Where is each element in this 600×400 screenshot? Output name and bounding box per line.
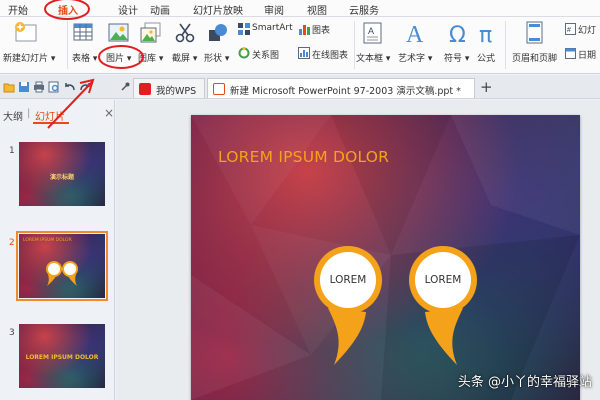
wordart-icon: A	[406, 22, 424, 46]
slide-number: 3	[9, 328, 15, 338]
svg-text:A: A	[406, 22, 424, 46]
table-icon	[73, 23, 93, 41]
open-folder-icon[interactable]	[3, 81, 15, 93]
active-tab-underline	[33, 122, 69, 124]
tab-cloud-service[interactable]: 云服务	[349, 2, 379, 17]
svg-text:#: #	[567, 27, 571, 34]
chart-label: 图表	[312, 26, 331, 36]
tab-review[interactable]: 审阅	[264, 2, 284, 17]
undo-icon[interactable]	[64, 81, 76, 93]
wps-logo-icon	[139, 83, 151, 95]
relation-diagram-icon	[238, 47, 250, 59]
picture-icon	[108, 23, 129, 42]
slide-number-label: 幻灯	[578, 26, 597, 36]
redo-icon[interactable]	[79, 81, 91, 93]
tab-my-wps-label: 我的WPS	[156, 86, 197, 97]
symbol-label: 符号 ▾	[444, 54, 470, 64]
tab-animation[interactable]: 动画	[150, 2, 170, 17]
relation-diagram-label: 关系图	[252, 51, 280, 61]
thumbnail-title: 演示标题	[49, 174, 74, 181]
tab-presentation-document[interactable]: 新建 Microsoft PowerPoint 97-2003 演示文稿.ppt…	[207, 78, 475, 98]
pin-label-left[interactable]: LOREM	[318, 274, 378, 286]
slide-thumbnail-1[interactable]: 演示标题	[19, 142, 105, 206]
date-label: 日期	[578, 51, 597, 61]
thumbnail-pins-graphic	[46, 261, 78, 286]
tab-outline[interactable]: 大纲	[3, 108, 23, 123]
slide-editor-canvas: LOREM IPSUM DOLOR LOREM LOREM	[116, 100, 600, 400]
print-preview-icon[interactable]	[48, 81, 60, 93]
formula-label: 公式	[477, 54, 496, 64]
online-chart-icon	[298, 47, 310, 59]
slide-number-icon: #	[565, 23, 576, 35]
tab-view[interactable]: 视图	[307, 2, 327, 17]
slide-thumbnail-pane: 大纲 | 幻灯片 × 1 演示标题 2 LOREM IPSUM DOLOR 3 …	[0, 100, 115, 400]
wps-presentation-window: 开始 插入 设计 动画 幻灯片放映 审阅 视图 云服务 新建幻灯片 ▾ 表格 ▾…	[0, 0, 600, 400]
slide-number: 1	[9, 146, 15, 156]
online-chart-label: 在线图表	[312, 51, 349, 61]
textbox-label: 文本框 ▾	[356, 54, 391, 64]
menu-tab-bar: 开始 插入 设计 动画 幻灯片放映 审阅 视图 云服务	[0, 0, 600, 17]
tab-slideshow[interactable]: 幻灯片放映	[193, 2, 243, 17]
slide-title[interactable]: LOREM IPSUM DOLOR	[218, 148, 389, 166]
textbox-icon: A	[363, 22, 382, 44]
table-label: 表格 ▾	[72, 54, 98, 64]
chart-icon	[299, 25, 310, 35]
wordart-label: 艺术字 ▾	[398, 54, 433, 64]
slide-number: 2	[9, 238, 15, 248]
tab-presentation-label: 新建 Microsoft PowerPoint 97-2003 演示文稿.ppt…	[230, 86, 461, 97]
ribbon-divider	[354, 21, 355, 69]
ppt-file-icon	[213, 83, 225, 95]
pane-tab-divider: |	[27, 108, 31, 119]
document-tab-bar: 我的WPS 新建 Microsoft PowerPoint 97-2003 演示…	[0, 75, 600, 99]
ribbon-divider	[505, 21, 506, 69]
ribbon-divider	[67, 21, 68, 69]
close-pane-icon[interactable]: ×	[104, 106, 114, 120]
svg-text:π: π	[479, 23, 492, 46]
pi-icon: π	[479, 23, 492, 46]
tab-home[interactable]: 开始	[8, 2, 28, 17]
pin-label-right[interactable]: LOREM	[413, 274, 473, 286]
gallery-label: 图库 ▾	[138, 54, 164, 64]
slide-thumbnail-2[interactable]: LOREM IPSUM DOLOR	[19, 234, 105, 298]
screenshot-scissors-icon	[175, 23, 195, 43]
picture-label: 图片 ▾	[106, 54, 132, 64]
slide-thumbnail-3[interactable]: LOREM IPSUM DOLOR	[19, 324, 105, 388]
calendar-icon	[565, 48, 576, 59]
print-icon[interactable]	[33, 81, 45, 93]
header-footer-label: 页眉和页脚	[512, 54, 558, 64]
svg-text:A: A	[368, 26, 374, 36]
thumbnail-title: LOREM IPSUM DOLOR	[25, 354, 99, 361]
screenshot-label: 截屏 ▾	[172, 54, 198, 64]
add-tab-button[interactable]: +	[480, 78, 493, 96]
svg-text:Ω: Ω	[449, 23, 466, 46]
tab-slides[interactable]: 幻灯片	[35, 108, 65, 123]
gallery-icon	[140, 22, 161, 43]
shapes-label: 形状 ▾	[204, 54, 230, 64]
header-footer-icon	[526, 21, 543, 44]
current-slide[interactable]: LOREM IPSUM DOLOR LOREM LOREM	[191, 115, 580, 400]
watermark-text: 头条 @小丫的幸福驿站	[457, 375, 592, 390]
new-slide-label: 新建幻灯片 ▾	[3, 54, 56, 64]
tab-my-wps[interactable]: 我的WPS	[133, 78, 205, 98]
omega-icon: Ω	[449, 23, 466, 46]
save-icon[interactable]	[18, 81, 30, 93]
new-slide-icon	[15, 22, 37, 42]
pin-icon[interactable]	[120, 82, 130, 92]
tab-design[interactable]: 设计	[118, 2, 138, 17]
smartart-icon	[238, 23, 250, 35]
pin-markers-graphic	[314, 246, 477, 365]
tab-insert[interactable]: 插入	[58, 2, 78, 17]
ribbon-toolbar: 新建幻灯片 ▾ 表格 ▾ 图片 ▾ 图库 ▾ 截屏 ▾ 形状 ▾ SmartAr…	[0, 17, 600, 74]
shapes-icon	[209, 24, 227, 41]
smartart-label: SmartArt	[252, 23, 293, 33]
